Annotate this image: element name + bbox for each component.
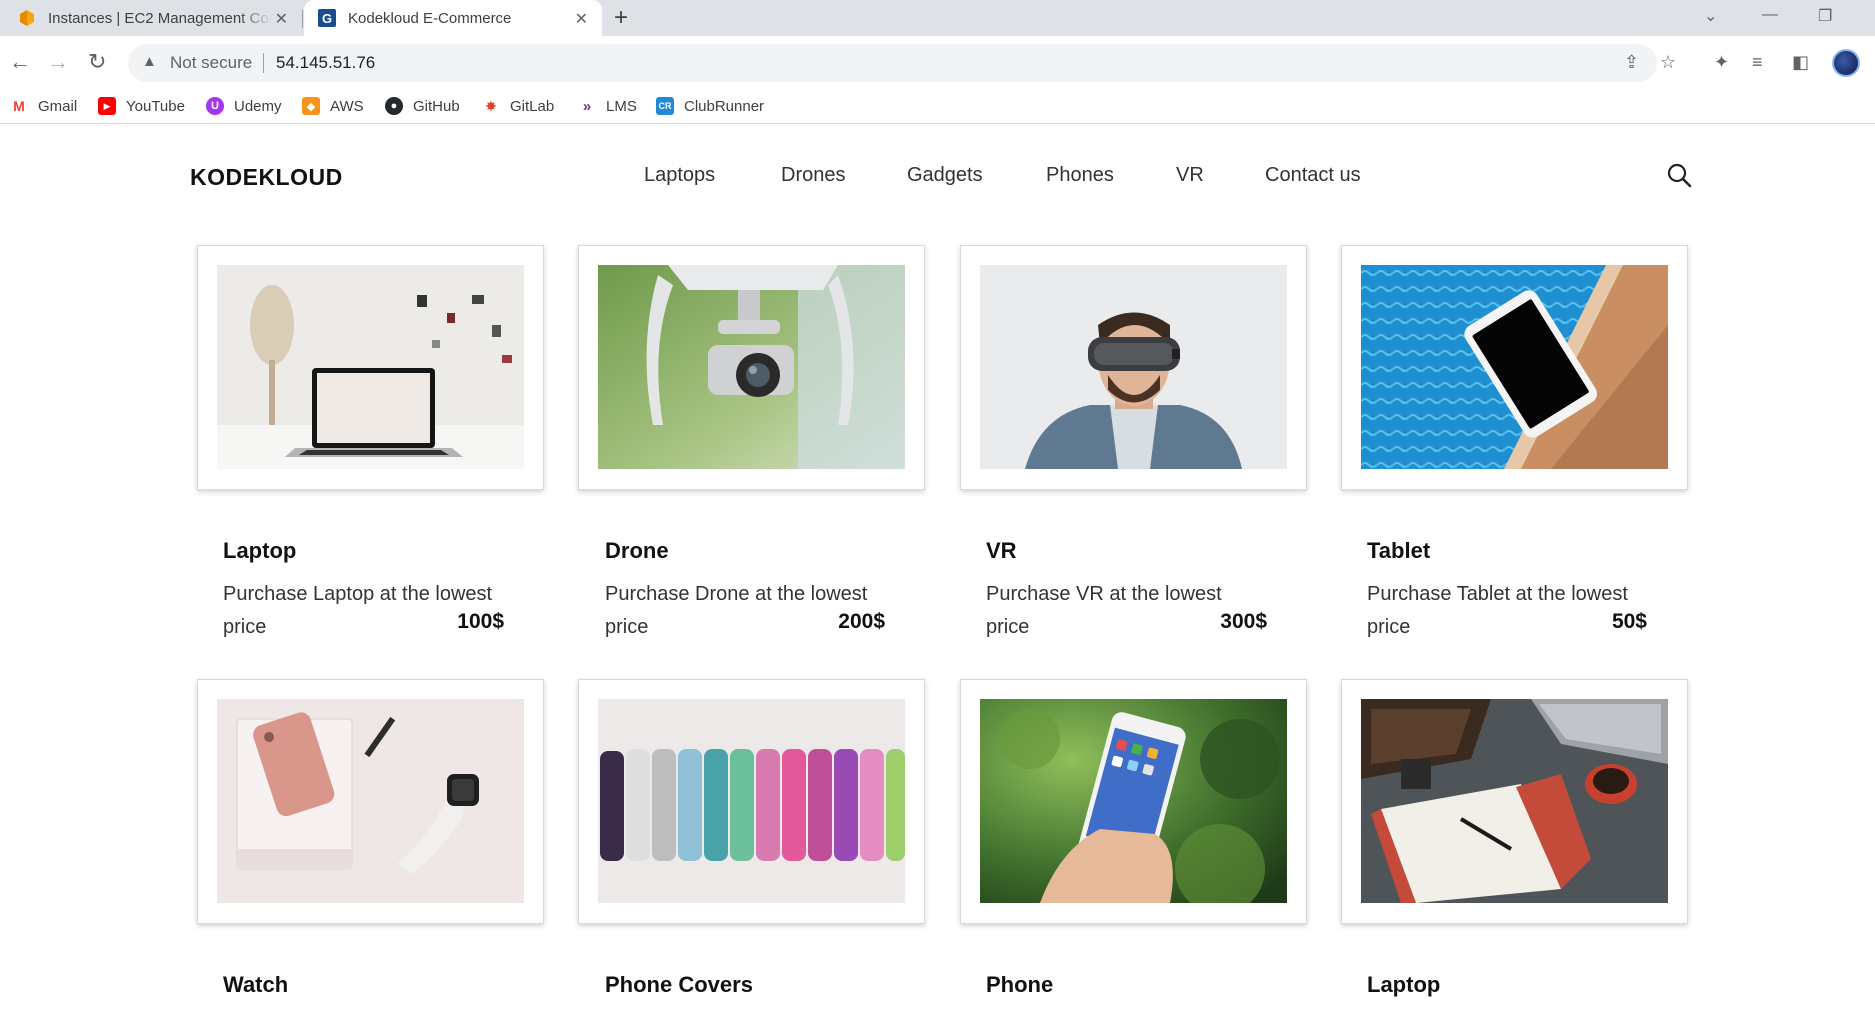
bookmark-label: LMS — [606, 97, 637, 115]
reading-list-icon[interactable]: ≡ — [1752, 52, 1763, 73]
bookmark-label: AWS — [330, 97, 364, 115]
site-favicon: G — [318, 9, 336, 27]
gmail-icon: M — [10, 97, 28, 115]
back-icon[interactable]: ← — [9, 50, 31, 74]
udemy-icon: U — [206, 97, 224, 115]
product-price: 200$ — [838, 610, 885, 633]
product-name[interactable]: VR — [986, 538, 1017, 564]
browser-tab-strip: Instances | EC2 Management Console ✕ G K… — [0, 0, 1875, 36]
minimize-icon[interactable]: — — [1762, 6, 1778, 24]
url-text[interactable]: 54.145.51.76 — [276, 53, 375, 73]
site-logo[interactable]: KODEKLOUD — [190, 164, 343, 191]
new-tab-icon[interactable]: + — [614, 4, 628, 32]
nav-drones[interactable]: Drones — [781, 164, 845, 187]
reload-icon[interactable]: ↻ — [88, 50, 106, 74]
tab-ec2-instances[interactable]: Instances | EC2 Management Console ✕ — [0, 0, 302, 36]
aws-icon — [20, 10, 34, 26]
bookmark-clubrunner[interactable]: CR ClubRunner — [656, 94, 764, 118]
youtube-icon: ▶ — [98, 97, 116, 115]
phone-photo — [980, 699, 1287, 903]
product-name[interactable]: Watch — [223, 972, 288, 998]
product-name[interactable]: Laptop — [1367, 972, 1440, 998]
side-panel-icon[interactable]: ◧ — [1792, 52, 1809, 73]
watch-photo — [217, 699, 524, 903]
bookmark-gmail[interactable]: M Gmail — [10, 94, 77, 118]
forward-icon[interactable]: → — [47, 50, 69, 74]
product-name[interactable]: Phone — [986, 972, 1053, 998]
close-icon[interactable]: ✕ — [275, 9, 288, 29]
tab-kodekloud-ecommerce[interactable]: G Kodekloud E-Commerce ✕ — [304, 0, 602, 36]
tab-title: Kodekloud E-Commerce — [348, 9, 512, 27]
drone-photo — [598, 265, 905, 469]
product-card-watch[interactable] — [197, 679, 544, 924]
svg-text:G: G — [322, 11, 332, 26]
product-card-phone[interactable] — [960, 679, 1307, 924]
bookmark-label: GitHub — [413, 97, 460, 115]
bookmark-label: Udemy — [234, 97, 282, 115]
gitlab-icon: ✸ — [482, 97, 500, 115]
bookmark-label: GitLab — [510, 97, 555, 115]
bookmark-gitlab[interactable]: ✸ GitLab — [482, 94, 554, 118]
address-bar[interactable]: ▲ Not secure 54.145.51.76 ⇪ ☆ — [128, 44, 1676, 82]
product-price: 100$ — [457, 610, 504, 633]
product-card-phone-covers[interactable] — [578, 679, 925, 924]
security-label[interactable]: Not secure — [170, 53, 252, 73]
site-header: KODEKLOUD Laptops Drones Gadgets Phones … — [0, 124, 1875, 234]
nav-contact-us[interactable]: Contact us — [1265, 164, 1361, 187]
bookmark-star-icon[interactable]: ☆ — [1660, 52, 1676, 73]
browser-toolbar: ← → ↻ ▲ Not secure 54.145.51.76 ⇪ ☆ ✦ ≡ … — [0, 36, 1875, 90]
bookmark-label: ClubRunner — [684, 97, 765, 115]
product-price: 50$ — [1611, 610, 1647, 633]
bookmarks-bar: M Gmail ▶ YouTube U Udemy ◆ AWS ● GitHub… — [0, 90, 1875, 124]
vr-photo — [980, 265, 1287, 469]
tab-title: Instances | EC2 Management Console — [48, 9, 272, 27]
tablet-photo — [1361, 265, 1668, 469]
tab-search-icon[interactable]: ⌄ — [1704, 6, 1717, 26]
bookmark-lms[interactable]: » LMS — [578, 94, 637, 118]
share-icon[interactable]: ⇪ — [1624, 52, 1639, 73]
nav-gadgets[interactable]: Gadgets — [907, 164, 983, 187]
address-divider — [263, 53, 264, 73]
nav-phones[interactable]: Phones — [1046, 164, 1114, 187]
phone-covers-photo — [598, 699, 905, 903]
extensions-icon[interactable]: ✦ — [1714, 52, 1729, 73]
product-name[interactable]: Phone Covers — [605, 972, 753, 998]
close-icon[interactable]: ✕ — [575, 9, 588, 29]
profile-avatar[interactable] — [1832, 49, 1860, 77]
bookmark-label: Gmail — [38, 97, 78, 115]
laptop-photo — [217, 265, 524, 469]
github-icon: ● — [385, 97, 403, 115]
laptop-desk-photo — [1361, 699, 1668, 903]
product-card-laptop[interactable] — [197, 245, 544, 490]
search-icon[interactable] — [1666, 162, 1692, 188]
bookmark-aws[interactable]: ◆ AWS — [302, 94, 364, 118]
product-name[interactable]: Drone — [605, 538, 669, 564]
warning-icon[interactable]: ▲ — [142, 53, 157, 70]
product-card-vr[interactable] — [960, 245, 1307, 490]
aws-icon: ◆ — [302, 97, 320, 115]
product-card-laptop-2[interactable] — [1341, 679, 1688, 924]
product-name[interactable]: Tablet — [1367, 538, 1430, 564]
product-price: 300$ — [1220, 610, 1267, 633]
product-card-tablet[interactable] — [1341, 245, 1688, 490]
tab-divider — [302, 10, 303, 28]
nav-laptops[interactable]: Laptops — [644, 164, 715, 187]
bookmark-udemy[interactable]: U Udemy — [206, 94, 282, 118]
restore-icon[interactable]: ❐ — [1818, 6, 1832, 26]
bookmark-github[interactable]: ● GitHub — [385, 94, 460, 118]
bookmark-label: YouTube — [126, 97, 185, 115]
bookmark-youtube[interactable]: ▶ YouTube — [98, 94, 185, 118]
clubrunner-icon: CR — [656, 97, 674, 115]
product-name[interactable]: Laptop — [223, 538, 296, 564]
product-card-drone[interactable] — [578, 245, 925, 490]
lms-icon: » — [578, 97, 596, 115]
nav-vr[interactable]: VR — [1176, 164, 1204, 187]
